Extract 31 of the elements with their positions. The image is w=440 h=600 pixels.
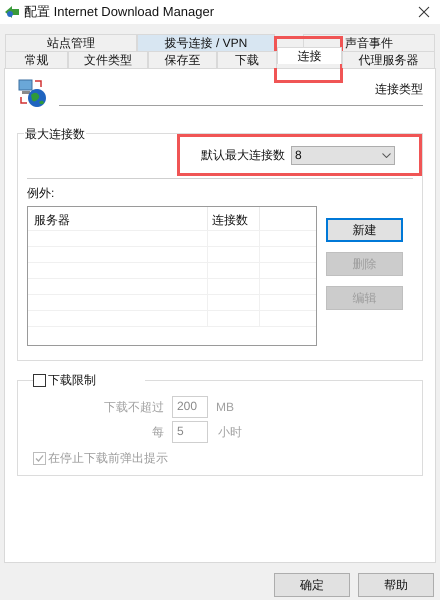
unit-label: 小时	[218, 424, 242, 441]
app-icon	[4, 5, 20, 19]
tab[interactable]: 下载	[217, 51, 277, 68]
tab[interactable]: 文件类型	[68, 51, 148, 68]
network-globe-icon	[17, 77, 49, 109]
tab[interactable]: 拨号连接 / VPN	[137, 34, 275, 51]
tab[interactable]: 站点管理	[5, 34, 137, 51]
chevron-icon	[382, 152, 391, 158]
section-label: 连接类型	[375, 81, 423, 98]
column-header[interactable]: 连接数	[208, 207, 260, 230]
column-header[interactable]: 服务器	[28, 207, 208, 230]
field-label: 每	[151, 424, 165, 441]
exceptions-label: 例外:	[27, 185, 56, 202]
field-label: 默认最大连接数	[201, 147, 285, 164]
field-label: 下载不超过	[103, 399, 165, 416]
tab[interactable]: 保存至	[148, 51, 217, 68]
dropdown[interactable]: 8	[291, 146, 395, 164]
dialog-button[interactable]: 确定	[274, 573, 350, 597]
unit-label: MB	[216, 399, 234, 416]
group-title: 最大连接数	[24, 125, 86, 143]
dialog-button[interactable]: 帮助	[358, 573, 434, 597]
limit-field[interactable]: 200	[172, 396, 208, 418]
action-button[interactable]: 新建	[326, 218, 403, 242]
tab[interactable]: 常规	[5, 51, 68, 68]
tab[interactable]: 连接	[277, 47, 342, 64]
close-icon[interactable]	[418, 6, 430, 18]
hours-field[interactable]: 5	[172, 421, 208, 443]
checkbox[interactable]	[33, 374, 46, 386]
tab[interactable]: 代理服务器	[342, 51, 435, 68]
checkbox-label[interactable]: 下载限制	[48, 371, 96, 389]
window-title: 配置 Internet Download Manager	[24, 3, 214, 22]
